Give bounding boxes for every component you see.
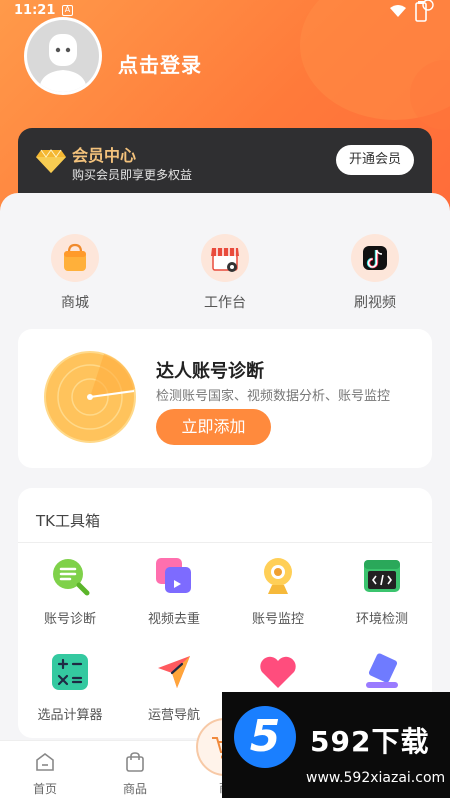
bag-icon <box>126 752 144 772</box>
home-icon <box>36 753 54 771</box>
tool-label: 环境检测 <box>355 612 408 627</box>
battery-icon <box>415 0 434 22</box>
quick-link-icon-bg <box>201 234 249 282</box>
add-now-button[interactable]: 立即添加 <box>156 409 271 445</box>
tab-label: 首页 <box>32 782 57 796</box>
diagnosis-title: 达人账号诊断 <box>156 361 264 382</box>
magnifier-list-icon <box>53 559 90 596</box>
quick-link-videos[interactable]: 刷视频 <box>300 234 450 312</box>
account-diagnosis-card[interactable]: 达人账号诊断 检测账号国家、视频数据分析、账号监控 立即添加 <box>18 329 432 468</box>
tool-account-diagnosis[interactable]: 账号诊断 <box>18 554 122 627</box>
diamond-icon <box>36 149 66 173</box>
shopping-bag-icon <box>64 243 86 271</box>
tab-products[interactable]: 商品 <box>90 751 180 797</box>
watermark-brand: 592下载 <box>310 725 430 758</box>
heart-icon <box>260 656 296 688</box>
quick-link-icon-bg <box>51 234 99 282</box>
vip-card[interactable]: 会员中心 购买会员即享更多权益 开通会员 <box>18 128 432 198</box>
tiktok-icon <box>363 246 387 270</box>
navigation-arrow-icon <box>158 656 190 688</box>
watermark-url: www.592xiazai.com <box>306 770 446 786</box>
radar-icon <box>44 351 136 443</box>
status-time: 11:21 <box>14 3 56 18</box>
quick-link-label: 工作台 <box>204 295 246 311</box>
tool-account-monitor[interactable]: 账号监控 <box>226 554 330 627</box>
vip-title: 会员中心 <box>72 146 137 165</box>
eraser-icon <box>366 653 398 688</box>
quick-link-label: 刷视频 <box>354 295 396 311</box>
tool-video-dedup[interactable]: 视频去重 <box>122 554 226 627</box>
login-link[interactable]: 点击登录 <box>118 49 202 78</box>
diagnosis-description: 检测账号国家、视频数据分析、账号监控 <box>156 389 391 404</box>
notification-a-icon: A <box>62 5 73 16</box>
quick-link-workbench[interactable]: 工作台 <box>150 234 300 312</box>
wifi-icon <box>390 5 406 17</box>
tool-env-check[interactable]: 环境检测 <box>330 554 434 627</box>
avatar[interactable] <box>24 17 102 95</box>
tool-ops-navigation[interactable]: 运营导航 <box>122 650 226 723</box>
quick-link-icon-bg <box>351 234 399 282</box>
tool-label: 选品计算器 <box>37 708 103 723</box>
vip-subtitle: 购买会员即享更多权益 <box>72 168 193 182</box>
tool-label: 账号诊断 <box>43 612 96 627</box>
video-duplicate-icon <box>156 558 191 593</box>
watermark-logo: 5 <box>234 706 296 768</box>
toolbox-title: TK工具箱 <box>36 512 100 530</box>
code-window-icon <box>364 560 400 592</box>
tool-label: 账号监控 <box>251 612 304 627</box>
storefront-gear-icon <box>211 248 239 272</box>
site-watermark: 5 592下载 www.592xiazai.com <box>222 692 450 798</box>
calculator-icon <box>52 654 88 690</box>
divider <box>18 542 432 543</box>
tab-home[interactable]: 首页 <box>0 751 90 797</box>
tab-label: 商品 <box>122 782 147 796</box>
webcam-icon <box>264 558 292 594</box>
quick-link-mall[interactable]: 商城 <box>0 234 150 312</box>
avatar-placeholder-icon <box>27 20 99 92</box>
open-vip-button[interactable]: 开通会员 <box>336 145 414 175</box>
quick-link-label: 商城 <box>61 295 89 311</box>
tool-label: 视频去重 <box>147 612 200 627</box>
tool-product-calculator[interactable]: 选品计算器 <box>18 650 122 723</box>
